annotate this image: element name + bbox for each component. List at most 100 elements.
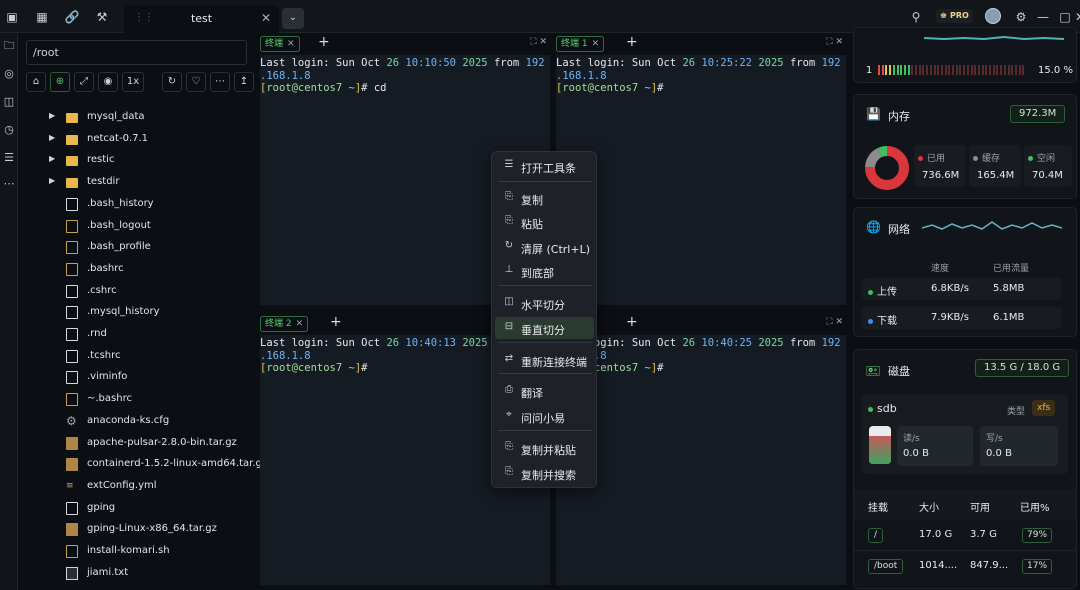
more-button[interactable]: ⋯ <box>210 72 230 92</box>
collapse-button[interactable]: ⤢ <box>74 72 94 92</box>
add-terminal-icon[interactable]: + <box>626 34 638 50</box>
target-icon[interactable]: ◎ <box>1 66 17 82</box>
mount-avail: 847.9... <box>970 560 1009 571</box>
list-item[interactable]: apache-pulsar-2.8.0-bin.tar.gz <box>19 433 254 454</box>
schedule-icon[interactable]: ◷ <box>1 122 17 138</box>
favorite-button[interactable]: ♡ <box>186 72 206 92</box>
menu-icon[interactable]: ☰ <box>1 150 17 166</box>
list-item[interactable]: ▶ restic <box>19 150 254 171</box>
menu-item[interactable]: ⌖ 问问小易 <box>495 405 594 427</box>
close-icon[interactable]: ✕ <box>296 319 304 329</box>
terminal-header: + ⛶ ✕ <box>556 313 846 335</box>
tab-dropdown-button[interactable]: ⌄ <box>282 8 304 29</box>
terminal-icon[interactable]: ▣ <box>4 9 20 25</box>
menu-item[interactable]: ⇄ 重新连接终端 <box>495 349 594 371</box>
more-icon[interactable]: ⋯ <box>1 176 17 192</box>
list-item[interactable]: .rnd <box>19 324 254 345</box>
list-item[interactable]: install-komari.sh <box>19 541 254 562</box>
menu-item[interactable]: ⎘ 粘贴 <box>495 211 594 233</box>
close-window-icon[interactable]: ✕ <box>1075 9 1080 25</box>
list-item[interactable]: ▶ netcat-0.7.1 <box>19 129 254 150</box>
file-name: netcat-0.7.1 <box>87 132 149 144</box>
list-item[interactable]: .bash_logout <box>19 216 254 237</box>
list-item[interactable]: ⚙ anaconda-ks.cfg <box>19 411 254 432</box>
menu-item[interactable]: ⎘ 复制 <box>495 187 594 209</box>
list-item[interactable]: gping <box>19 498 254 519</box>
terminal-output[interactable]: Last login: Sun Oct 26 10:40:25 2025 fro… <box>556 335 846 585</box>
add-terminal-icon[interactable]: + <box>318 34 330 50</box>
link-icon[interactable]: 🔗 <box>64 9 80 25</box>
upload-button[interactable]: ↥ <box>234 72 254 92</box>
speed-button[interactable]: 1x <box>122 72 144 92</box>
list-item[interactable]: .bash_history <box>19 194 254 215</box>
terminal-tab[interactable]: 终端 1 ✕ <box>556 36 605 52</box>
menu-item[interactable]: ⎙ 翻译 <box>495 380 594 402</box>
list-item[interactable]: ▶ mysql_data <box>19 107 254 128</box>
arch-file-icon <box>66 436 78 450</box>
file-name: gping-Linux-x86_64.tar.gz <box>87 523 217 535</box>
terminal-tab[interactable]: 终端 ✕ <box>260 36 300 52</box>
locate-button[interactable]: ⊕ <box>50 72 70 92</box>
terminal-pane[interactable]: + ⛶ ✕ Last login: Sun Oct 26 10:40:25 20… <box>556 313 846 585</box>
list-item[interactable]: .cshrc <box>19 281 254 302</box>
terminal-tab[interactable]: 终端 2 ✕ <box>260 316 309 332</box>
prompt-line: [root@centos7 ~]# <box>260 82 374 94</box>
menu-item[interactable]: ◫ 水平切分 <box>495 292 594 314</box>
menu-item[interactable]: ⎘ 复制并粘贴 <box>495 437 594 459</box>
close-icon[interactable]: ✕ <box>287 39 295 49</box>
close-tab-icon[interactable]: ✕ <box>261 11 271 25</box>
list-item[interactable]: .viminfo <box>19 367 254 388</box>
folder-icon[interactable]: 🗀 <box>1 38 17 54</box>
menu-item[interactable]: ⎘ 复制并搜索 <box>495 462 594 484</box>
list-item[interactable]: .tcshrc <box>19 346 254 367</box>
expand-arrow-icon[interactable]: ▶ <box>49 111 55 120</box>
code-icon[interactable]: ◫ <box>1 94 17 110</box>
list-item[interactable]: ▶ testdir <box>19 172 254 193</box>
bookmark-icon[interactable]: ▦ <box>34 9 50 25</box>
path-input[interactable]: /root <box>26 40 247 65</box>
free-dot-icon <box>1028 156 1033 161</box>
list-item[interactable]: gping-Linux-x86_64.tar.gz <box>19 519 254 540</box>
list-item[interactable]: jiami.txt <box>19 563 254 584</box>
terminal-window-controls[interactable]: ⛶ ✕ <box>530 37 547 47</box>
terminal-window-controls[interactable]: ⛶ ✕ <box>826 317 843 327</box>
tab-test[interactable]: ⋮⋮ test ✕ <box>124 5 279 33</box>
settings-icon[interactable]: ⚙ <box>1013 9 1029 25</box>
menu-item-label: 水平切分 <box>521 299 565 312</box>
minimize-icon[interactable]: — <box>1035 9 1051 25</box>
list-item[interactable]: ~.bashrc <box>19 389 254 410</box>
menu-item[interactable]: ↻ 清屏 (Ctrl+L) <box>495 236 594 258</box>
avatar[interactable] <box>985 8 1001 24</box>
search-icon[interactable]: ⚲ <box>908 9 924 25</box>
cpu-bar-tick <box>996 65 999 75</box>
expand-arrow-icon[interactable]: ▶ <box>49 176 55 185</box>
list-item[interactable]: .bashrc <box>19 259 254 280</box>
add-terminal-icon[interactable]: + <box>626 314 638 330</box>
free-label: 空闲 <box>1037 154 1056 164</box>
expand-arrow-icon[interactable]: ▶ <box>49 154 55 163</box>
terminal-pane[interactable]: 终端 1 ✕ + ⛶ ✕ Last login: Sun Oct 26 10:25… <box>556 33 846 305</box>
refresh-button[interactable]: ↻ <box>162 72 182 92</box>
menu-item[interactable]: ☰ 打开工具条 <box>495 155 594 177</box>
cpu-bar-tick <box>918 65 921 75</box>
list-item[interactable]: containerd-1.5.2-linux-amd64.tar.gz <box>19 454 267 475</box>
expand-arrow-icon[interactable]: ▶ <box>49 133 55 142</box>
terminal-tab-label: 终端 1 <box>561 39 588 49</box>
wrench-icon[interactable]: ⚒ <box>94 9 110 25</box>
cpu-usage-value: 15.0 % <box>1038 65 1073 76</box>
close-icon[interactable]: ✕ <box>592 39 600 49</box>
terminal-output[interactable]: Last login: Sun Oct 26 10:25:22 2025 fro… <box>556 55 846 305</box>
show-hidden-button[interactable]: ◉ <box>98 72 118 92</box>
file-name: .bash_profile <box>87 241 151 253</box>
list-item[interactable]: .bash_profile <box>19 237 254 258</box>
pro-badge[interactable]: ♚ PRO <box>936 9 973 23</box>
add-terminal-icon[interactable]: + <box>330 314 342 330</box>
maximize-icon[interactable]: □ <box>1057 9 1073 25</box>
list-item[interactable]: .mysql_history <box>19 302 254 323</box>
terminal-window-controls[interactable]: ⛶ ✕ <box>826 37 843 47</box>
split-v-icon: ⊟ <box>504 321 514 332</box>
list-item[interactable]: ≡ extConfig.yml <box>19 476 254 497</box>
menu-item[interactable]: ⊟ 垂直切分 <box>495 317 594 339</box>
menu-item[interactable]: ⊥ 到底部 <box>495 260 594 282</box>
home-button[interactable]: ⌂ <box>26 72 46 92</box>
